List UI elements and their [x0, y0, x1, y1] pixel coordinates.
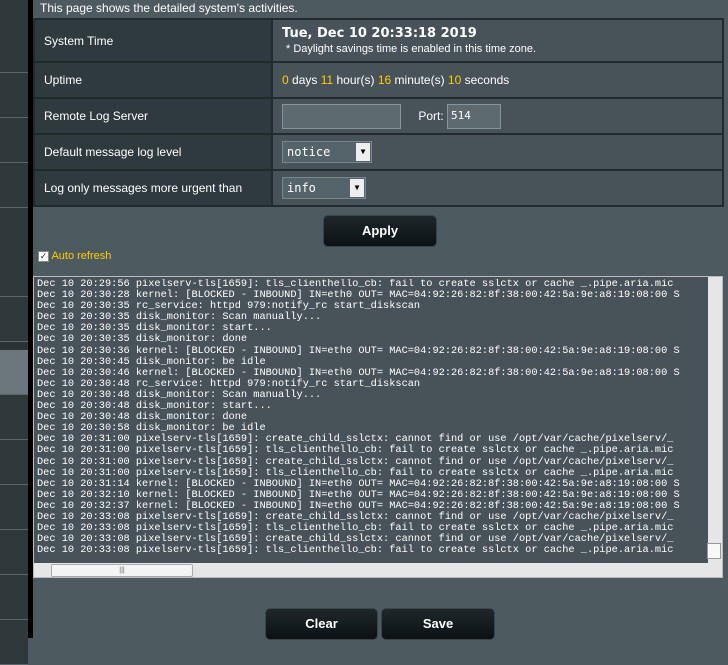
sidebar-item[interactable] — [0, 118, 28, 163]
log-line: Dec 10 20:30:36 kernel: [BLOCKED - INBOU… — [37, 344, 680, 357]
log-line: Dec 10 20:33:08 pixelserv-tls[1659]: tls… — [37, 544, 674, 557]
log-textarea[interactable]: Dec 10 20:29:56 pixelserv-tls[1659]: tls… — [33, 276, 723, 578]
log-line: Dec 10 20:30:35 disk_monitor: done — [37, 333, 248, 346]
uptime-label: Uptime — [33, 61, 273, 99]
log-line: Dec 10 20:31:00 pixelserv-tls[1659]: tls… — [37, 444, 674, 457]
clear-button[interactable]: Clear — [265, 608, 378, 640]
sidebar-item[interactable] — [0, 208, 28, 253]
urgent-level-select[interactable]: info ▼ — [282, 177, 366, 199]
vertical-scroll-thumb[interactable] — [707, 543, 721, 559]
urgent-level-label: Log only messages more urgent than — [33, 169, 273, 207]
sidebar-item[interactable] — [0, 485, 28, 530]
port-input[interactable]: 514 — [447, 103, 502, 129]
sidebar-item[interactable] — [0, 297, 28, 342]
system-time-label: System Time — [33, 18, 273, 63]
sidebar-item[interactable] — [0, 252, 28, 297]
sidebar-item[interactable] — [0, 395, 28, 440]
log-line: Dec 10 20:31:00 pixelserv-tls[1659]: cre… — [37, 455, 674, 468]
sidebar-item[interactable] — [0, 73, 28, 118]
sidebar-item[interactable] — [0, 440, 28, 485]
sidebar-item[interactable] — [0, 620, 28, 665]
horizontal-scrollbar[interactable]: ||| — [34, 563, 722, 577]
chevron-down-icon: ▼ — [356, 143, 370, 161]
system-time-value: Tue, Dec 10 20:33:18 2019 — [282, 26, 477, 41]
settings-table: System Time Tue, Dec 10 20:33:18 2019 * … — [33, 18, 724, 207]
checkbox-checked-icon[interactable]: ✓ — [38, 250, 49, 262]
sidebar-item[interactable] — [0, 350, 28, 395]
remote-log-server-input[interactable] — [282, 103, 401, 129]
sidebar-item[interactable] — [0, 530, 28, 575]
auto-refresh-label: Auto refresh — [51, 250, 112, 262]
default-level-label: Default message log level — [33, 133, 273, 171]
sidebar-item[interactable] — [0, 28, 28, 73]
sidebar-item[interactable] — [0, 0, 28, 29]
remote-log-label: Remote Log Server — [33, 97, 273, 135]
log-lines: Dec 10 20:29:56 pixelserv-tls[1659]: tls… — [37, 279, 709, 556]
sidebar-item[interactable] — [0, 163, 28, 208]
uptime-value: 0 days 11 hour(s) 16 minute(s) 10 second… — [271, 61, 724, 99]
dst-note: * Daylight savings time is enabled in th… — [286, 43, 537, 55]
port-label: Port: — [418, 109, 444, 123]
chevron-down-icon: ▼ — [350, 179, 364, 197]
save-button[interactable]: Save — [381, 608, 495, 640]
page-description: This page shows the detailed system's ac… — [40, 1, 298, 15]
sidebar — [0, 0, 28, 665]
horizontal-scroll-thumb[interactable]: ||| — [51, 564, 193, 577]
apply-button[interactable]: Apply — [323, 215, 437, 247]
default-level-select[interactable]: notice ▼ — [282, 141, 372, 163]
sidebar-item[interactable] — [0, 575, 28, 620]
vertical-scrollbar[interactable] — [707, 277, 722, 564]
auto-refresh-toggle[interactable]: ✓ Auto refresh — [38, 250, 111, 262]
